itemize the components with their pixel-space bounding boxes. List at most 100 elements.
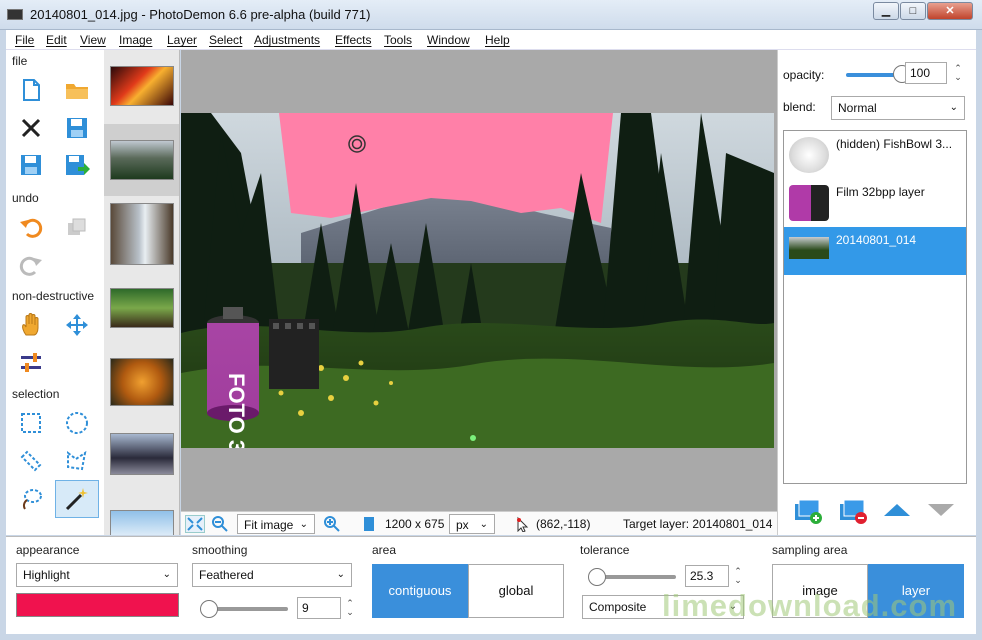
- save-as-icon[interactable]: [14, 148, 48, 182]
- sampling-area-label: sampling area: [772, 543, 848, 557]
- close-icon[interactable]: [14, 111, 48, 145]
- unit-select-value: px: [456, 518, 469, 532]
- layer-row-selected[interactable]: 20140801_014: [784, 227, 966, 275]
- polygon-select-icon[interactable]: [60, 444, 94, 478]
- canvas-area[interactable]: FOTO 300: [181, 50, 777, 511]
- section-undo: undo: [12, 191, 39, 205]
- move-icon[interactable]: [60, 308, 94, 342]
- zoom-select-value: Fit image: [244, 518, 294, 532]
- smoothing-select[interactable]: Feathered ⌄: [192, 563, 352, 587]
- toolbox: file undo non-destructive selection: [6, 50, 104, 535]
- blend-mode-select[interactable]: Normal ⌄: [831, 96, 965, 120]
- target-layer-text: Target layer: 20140801_014: [623, 517, 773, 531]
- adjust-sliders-icon[interactable]: [14, 346, 48, 380]
- close-window-button[interactable]: ✕: [927, 2, 973, 20]
- area-global-button[interactable]: global: [468, 564, 564, 618]
- image-thumbnail-strip: [104, 50, 180, 535]
- section-file: file: [12, 54, 28, 68]
- layer-name: Film 32bpp layer: [836, 185, 925, 199]
- menu-window[interactable]: Window: [427, 33, 470, 47]
- chevron-down-icon: ⌄: [479, 519, 488, 530]
- maximize-button[interactable]: □: [900, 2, 926, 20]
- tolerance-input[interactable]: 25.3: [685, 565, 729, 587]
- add-layer-icon[interactable]: [793, 498, 823, 527]
- delete-layer-icon[interactable]: [838, 498, 868, 527]
- layer-name: (hidden) FishBowl 3...: [836, 137, 953, 151]
- image-size-icon: [361, 515, 377, 536]
- layer-row[interactable]: (hidden) FishBowl 3...: [784, 131, 966, 179]
- history-icon[interactable]: [60, 210, 94, 244]
- image-canvas[interactable]: FOTO 300: [181, 113, 774, 448]
- window-title: 20140801_014.jpg - PhotoDemon 6.6 pre-al…: [30, 7, 371, 22]
- menu-layer[interactable]: Layer: [167, 33, 197, 47]
- chevron-down-icon: ⌄: [162, 569, 171, 580]
- appearance-label: appearance: [16, 543, 80, 557]
- open-folder-icon[interactable]: [60, 73, 94, 107]
- smoothing-amount-input[interactable]: 9: [297, 597, 341, 619]
- menu-view[interactable]: View: [80, 33, 106, 47]
- image-size-text: 1200 x 675: [385, 517, 445, 531]
- section-nondestructive: non-destructive: [12, 289, 95, 303]
- new-file-icon[interactable]: [14, 73, 48, 107]
- layer-thumbnail-photo: [789, 237, 829, 259]
- smoothing-spinner-icon[interactable]: ⌃ ⌄: [345, 599, 355, 617]
- move-layer-down-icon[interactable]: [926, 502, 956, 521]
- fit-screen-icon[interactable]: [185, 515, 205, 533]
- undo-icon[interactable]: [14, 210, 48, 244]
- smoothing-slider-knob[interactable]: [200, 600, 218, 618]
- menu-effects[interactable]: Effects: [335, 33, 371, 47]
- menu-adjustments[interactable]: Adjustments: [254, 33, 320, 47]
- thumbnail-fireworks[interactable]: [110, 66, 174, 106]
- tolerance-slider-knob[interactable]: [588, 568, 606, 586]
- thumbnail-polar-bear[interactable]: [110, 510, 174, 535]
- app-icon: [7, 9, 23, 20]
- area-label: area: [372, 543, 397, 557]
- redo-icon[interactable]: [14, 248, 48, 282]
- rect-select-icon[interactable]: [14, 406, 48, 440]
- opacity-label: opacity:: [783, 68, 825, 82]
- menu-tools[interactable]: Tools: [384, 33, 412, 47]
- save-icon[interactable]: [60, 111, 94, 145]
- move-layer-up-icon[interactable]: [882, 502, 912, 521]
- zoom-out-icon[interactable]: [211, 515, 229, 536]
- thumbnail-waterfall[interactable]: [110, 203, 174, 265]
- layer-row[interactable]: Film 32bpp layer: [784, 179, 966, 227]
- chevron-down-icon: ⌄: [949, 102, 958, 113]
- zoom-select[interactable]: Fit image ⌄: [237, 514, 315, 534]
- thumbnail-tiger[interactable]: [110, 358, 174, 406]
- layers-list: (hidden) FishBowl 3... Film 32bpp layer …: [783, 130, 967, 484]
- menu-help[interactable]: Help: [485, 33, 510, 47]
- magic-wand-icon[interactable]: [55, 480, 99, 518]
- appearance-select[interactable]: Highlight ⌄: [16, 563, 178, 587]
- thumbnail-mountain[interactable]: [110, 140, 174, 180]
- cursor-position-text: (862,-118): [536, 517, 591, 531]
- watermark: limedownload.com: [662, 588, 958, 623]
- cursor-position-icon: [515, 516, 531, 535]
- opacity-spinner-icon[interactable]: ⌃ ⌄: [953, 64, 963, 82]
- blend-mode-value: Normal: [838, 101, 877, 115]
- line-select-icon[interactable]: [14, 444, 48, 478]
- area-contiguous-button[interactable]: contiguous: [372, 564, 468, 618]
- unit-select[interactable]: px ⌄: [449, 514, 495, 534]
- menu-file[interactable]: File: [15, 33, 34, 47]
- menu-image[interactable]: Image: [119, 33, 152, 47]
- layer-name: 20140801_014: [836, 233, 917, 247]
- opacity-input[interactable]: 100: [905, 62, 947, 84]
- ellipse-select-icon[interactable]: [60, 406, 94, 440]
- export-icon[interactable]: [60, 148, 94, 182]
- hand-icon[interactable]: [14, 308, 48, 342]
- minimize-button[interactable]: ▁: [873, 2, 899, 20]
- lasso-select-icon[interactable]: [14, 482, 48, 516]
- zoom-in-icon[interactable]: [323, 515, 341, 536]
- smoothing-value: Feathered: [199, 568, 254, 582]
- menu-select[interactable]: Select: [209, 33, 242, 47]
- blend-label: blend:: [783, 100, 816, 114]
- highlight-color-swatch[interactable]: [16, 593, 179, 617]
- thumbnail-group[interactable]: [110, 433, 174, 475]
- tolerance-spinner-icon[interactable]: ⌃ ⌄: [733, 567, 743, 585]
- status-bar: Fit image ⌄ 1200 x 675 px ⌄ (862,-118) T…: [181, 511, 777, 535]
- thumbnail-forest[interactable]: [110, 288, 174, 328]
- title-bar: 20140801_014.jpg - PhotoDemon 6.6 pre-al…: [0, 0, 982, 30]
- menu-bar: File Edit View Image Layer Select Adjust…: [6, 30, 976, 50]
- menu-edit[interactable]: Edit: [46, 33, 67, 47]
